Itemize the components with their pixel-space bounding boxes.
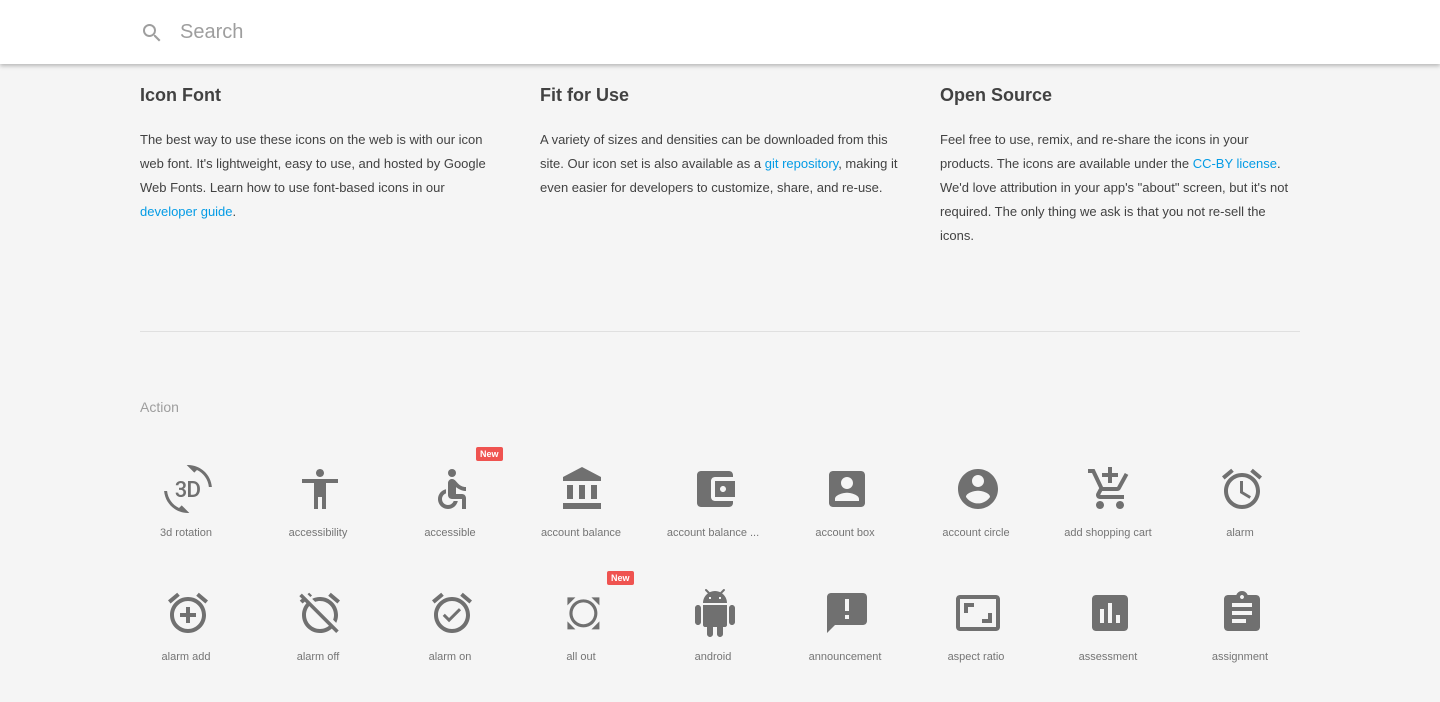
icon-tile-android[interactable]: android	[647, 589, 779, 689]
git-repository-link[interactable]: git repository	[765, 156, 838, 171]
icon-label: alarm on	[428, 651, 472, 663]
icon-tile-assignment[interactable]: assignment	[1174, 589, 1306, 689]
account-balance-icon	[563, 467, 601, 509]
new-badge: New	[476, 447, 503, 461]
icon-label: all out	[566, 651, 596, 663]
icon-label: assignment	[1211, 651, 1269, 663]
icon-label: add shopping cart	[1064, 527, 1152, 539]
icon-label: aspect ratio	[947, 651, 1005, 663]
intro-title: Fit for Use	[540, 85, 630, 105]
intro-title: Icon Font	[140, 85, 221, 105]
icon-tile-account-balance-wallet[interactable]: account balance ...	[647, 465, 779, 565]
account-box-icon	[829, 471, 865, 507]
accessibility-icon	[302, 469, 338, 509]
alarm-icon	[1222, 468, 1262, 509]
icon-label: alarm add	[161, 651, 211, 663]
accessible-icon	[438, 469, 466, 509]
3d-rotation-icon	[164, 465, 212, 513]
search-input[interactable]	[180, 18, 880, 46]
icon-label: alarm off	[296, 651, 340, 663]
icon-label: announcement	[808, 651, 882, 663]
intro-icon-font: Icon Font The best way to use these icon…	[140, 84, 502, 224]
assignment-icon	[1224, 591, 1260, 631]
icon-tile-alarm-on[interactable]: alarm on	[384, 589, 516, 689]
developer-guide-link[interactable]: developer guide	[140, 204, 233, 219]
icon-label: accessibility	[288, 527, 348, 539]
icon-tile-account-balance[interactable]: account balance	[515, 465, 647, 565]
icon-tile-accessibility[interactable]: accessibility	[252, 465, 384, 565]
icon-label: android	[694, 651, 732, 663]
icon-tile-account-circle[interactable]: account circle	[910, 465, 1042, 565]
intro-fit-for-use: Fit for Use A variety of sizes and densi…	[540, 84, 902, 200]
icon-label: account balance ...	[666, 527, 760, 539]
icon-tile-account-box[interactable]: account box	[779, 465, 911, 565]
intro-text: A variety of sizes and densities can be …	[540, 128, 902, 200]
icon-label: account box	[815, 527, 875, 539]
icon-label: alarm	[1226, 527, 1254, 539]
intro-title: Open Source	[940, 85, 1053, 105]
section-divider	[140, 331, 1300, 332]
search-icon[interactable]	[140, 21, 164, 45]
icon-tile-assessment[interactable]: assessment	[1042, 589, 1174, 689]
add-shopping-cart-icon	[1088, 467, 1129, 509]
assessment-icon	[1092, 595, 1128, 631]
account-balance-wallet-icon	[697, 471, 735, 507]
intro-text: Feel free to use, remix, and re-share th…	[940, 128, 1302, 248]
all-out-icon	[567, 597, 600, 630]
icon-tile-accessible[interactable]: New accessible	[384, 447, 516, 565]
icon-label: accessible	[424, 527, 476, 539]
intro-text: The best way to use these icons on the w…	[140, 128, 502, 224]
icon-tile-alarm[interactable]: alarm	[1174, 465, 1306, 565]
new-badge: New	[607, 571, 634, 585]
section-title-action: Action	[140, 399, 179, 415]
top-search-bar	[0, 0, 1440, 64]
alarm-on-icon	[432, 592, 472, 633]
account-circle-icon	[958, 469, 998, 509]
icon-tile-aspect-ratio[interactable]: aspect ratio	[910, 589, 1042, 689]
icon-tile-announcement[interactable]: announcement	[779, 589, 911, 689]
icon-label: 3d rotation	[160, 527, 212, 539]
android-icon	[695, 589, 735, 637]
announcement-icon	[827, 593, 867, 633]
intro-text-part: .	[232, 204, 237, 219]
intro-text-part: The best way to use these icons on the w…	[140, 132, 486, 195]
icon-label: account balance	[540, 527, 622, 539]
icon-tile-alarm-off[interactable]: alarm off	[252, 589, 384, 689]
icon-tile-add-shopping-cart[interactable]: add shopping cart	[1042, 465, 1174, 565]
cc-by-license-link[interactable]: CC-BY license	[1193, 156, 1277, 171]
alarm-add-icon	[168, 592, 208, 633]
icon-label: assessment	[1078, 651, 1138, 663]
icon-label: account circle	[942, 527, 1010, 539]
icon-tile-all-out[interactable]: New all out	[515, 571, 647, 689]
intro-open-source: Open Source Feel free to use, remix, and…	[940, 84, 1302, 248]
icon-tile-3d-rotation[interactable]: 3d rotation	[120, 465, 252, 565]
icon-tile-alarm-add[interactable]: alarm add	[120, 589, 252, 689]
alarm-off-icon	[299, 592, 340, 633]
aspect-ratio-icon	[956, 595, 1000, 631]
